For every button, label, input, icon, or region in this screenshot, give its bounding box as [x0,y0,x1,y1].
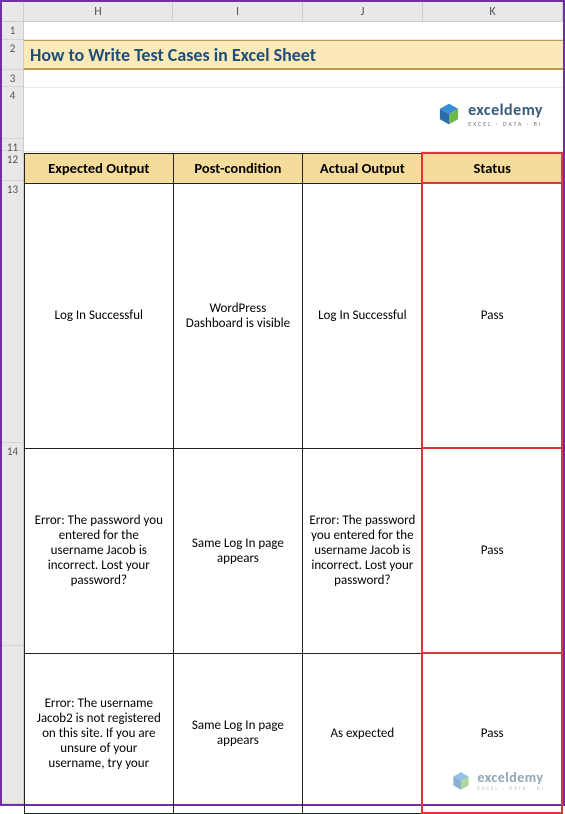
row-num-11[interactable]: 11 [2,139,23,151]
table-row: Error: The password you entered for the … [25,448,563,653]
table-row: Error: The username Jacob2 is not regist… [25,653,563,813]
logo: exceldemy EXCEL · DATA · BI [436,101,543,128]
row-num-3[interactable]: 3 [2,70,23,88]
cell-expected[interactable]: Error: The password you entered for the … [25,448,174,653]
row-num-14[interactable]: 14 [2,443,23,646]
col-header-H[interactable]: H [24,2,173,21]
row-num-12[interactable]: 12 [2,151,23,181]
col-header-I[interactable]: I [173,2,303,21]
cell-expected[interactable]: Error: The username Jacob2 is not regist… [25,653,174,813]
header-status[interactable]: Status [422,153,562,183]
row-num-1[interactable]: 1 [2,22,23,40]
logo-main: exceldemy [468,101,543,120]
logo-row[interactable]: exceldemy EXCEL · DATA · BI [24,88,563,140]
header-actual[interactable]: Actual Output [303,153,423,183]
col-header-J[interactable]: J [303,2,423,21]
page-title: How to Write Test Cases in Excel Sheet [30,44,316,66]
table-header-row: Expected Output Post-condition Actual Ou… [25,153,563,183]
logo-sub: EXCEL · DATA · BI [468,120,543,128]
row-num-13[interactable]: 13 [2,181,23,443]
cell-status[interactable]: Pass [422,448,562,653]
cell-status[interactable]: Pass [422,653,562,813]
cell-postcond[interactable]: Same Log In page appears [173,448,303,653]
table-row: Log In Successful WordPress Dashboard is… [25,183,563,448]
row-num-2[interactable]: 2 [2,40,23,70]
column-header-row: H I J K [2,2,563,22]
corner-gutter [2,2,24,21]
empty-row-3[interactable] [24,70,563,88]
header-expected[interactable]: Expected Output [25,153,174,183]
cell-postcond[interactable]: Same Log In page appears [173,653,303,813]
cell-actual[interactable]: Log In Successful [303,183,423,448]
cell-actual[interactable]: As expected [303,653,423,813]
header-postcond[interactable]: Post-condition [173,153,303,183]
sheet-content: How to Write Test Cases in Excel Sheet e… [24,22,563,804]
row-number-gutter: 1 2 3 4 11 12 13 14 [2,22,24,804]
empty-row-1[interactable] [24,22,563,40]
cell-expected[interactable]: Log In Successful [25,183,174,448]
row-num-15[interactable] [2,646,23,804]
cell-actual[interactable]: Error: The password you entered for the … [303,448,423,653]
cell-postcond[interactable]: WordPress Dashboard is visible [173,183,303,448]
cell-status[interactable]: Pass [422,183,562,448]
title-row[interactable]: How to Write Test Cases in Excel Sheet [24,40,563,70]
test-cases-table: Expected Output Post-condition Actual Ou… [24,152,563,814]
cube-icon [436,101,462,127]
col-header-K[interactable]: K [423,2,563,21]
empty-row-11[interactable] [24,140,563,152]
row-num-4[interactable]: 4 [2,87,23,138]
